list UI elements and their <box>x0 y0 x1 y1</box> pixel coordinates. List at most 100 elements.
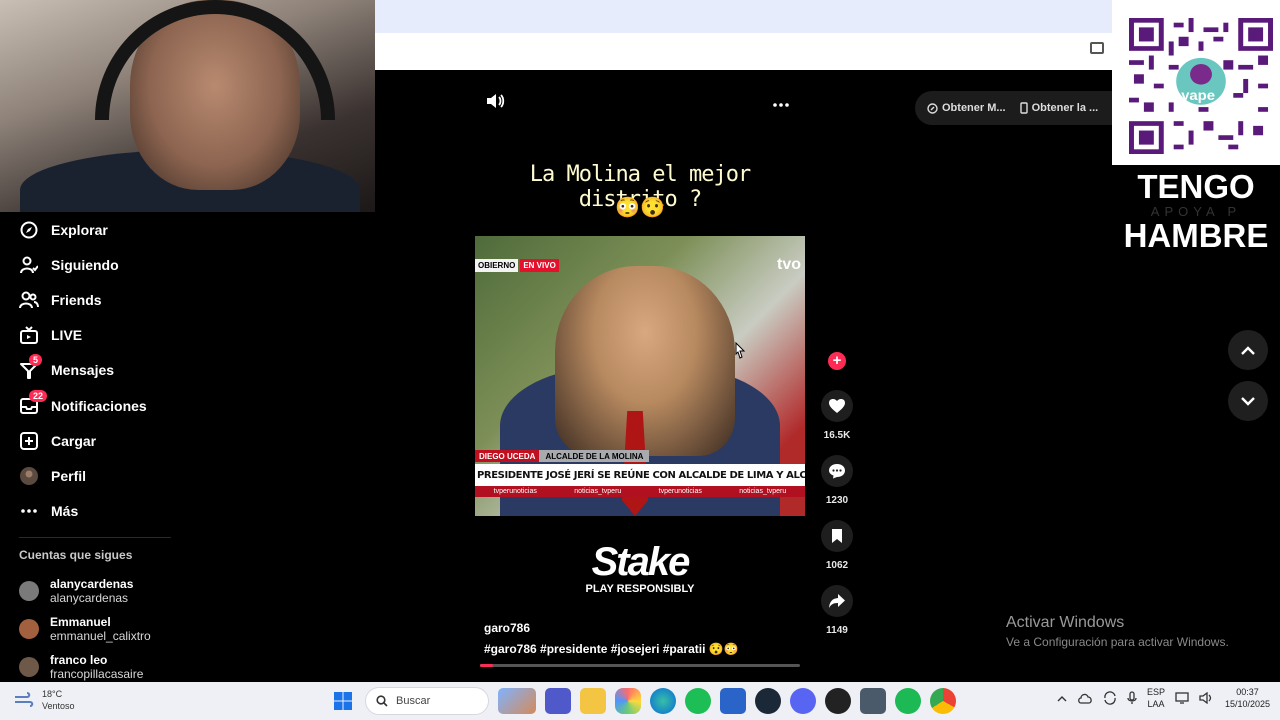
copilot-app[interactable] <box>615 688 641 714</box>
clock-date: 15/10/2025 <box>1224 699 1270 709</box>
chevron-down-icon <box>1241 396 1255 406</box>
phone-icon <box>1019 102 1028 114</box>
account-name: franco leo <box>50 653 108 667</box>
like-count: 16.5K <box>823 430 851 441</box>
start-button[interactable] <box>330 688 356 714</box>
notifications-badge: 22 <box>29 389 48 402</box>
obs-app[interactable] <box>825 688 851 714</box>
like-button[interactable] <box>821 390 853 422</box>
video-progress-bar[interactable] <box>480 664 800 667</box>
weather-widget[interactable]: 18°C Ventoso <box>14 688 75 712</box>
like-action[interactable]: 16.5K <box>817 390 857 441</box>
upload-plus-icon <box>19 431 39 451</box>
video-frame[interactable]: tvo OBIERNO EN VIVO DIEGO UCEDA ALCALDE D… <box>475 236 805 516</box>
chrome-app[interactable] <box>930 688 956 714</box>
display-icon[interactable] <box>1175 692 1189 704</box>
search-placeholder: Buscar <box>396 695 431 707</box>
sidebar-nav: Explorar Siguiendo Friends LIVE 5 Mensaj… <box>0 212 180 529</box>
activation-subtitle: Ve a Configuración para activar Windows. <box>1006 635 1229 649</box>
discord-app[interactable] <box>790 688 816 714</box>
account-handle: emmanuel_calixtro <box>50 629 151 643</box>
wind-icon <box>15 692 34 707</box>
sidebar-item-mas[interactable]: Más <box>0 494 180 529</box>
sidebar-item-cargar[interactable]: Cargar <box>0 423 180 458</box>
headline: PRESIDENTE JOSÉ JERÍ SE REÚNE CON ALCALD… <box>475 464 805 486</box>
windows-taskbar: 18°C Ventoso Buscar ESP LAA 00:37 15/10/… <box>0 682 1280 720</box>
calculator-app[interactable] <box>860 688 886 714</box>
get-more-label: Obtener M... <box>942 102 1006 114</box>
friends-icon <box>19 290 39 310</box>
bookmark-button[interactable] <box>821 520 853 552</box>
speaker-icon[interactable] <box>1199 692 1215 704</box>
sidebar-item-mensajes[interactable]: 5 Mensajes <box>0 353 180 388</box>
social-handle: tvperunoticias <box>493 488 537 495</box>
caption-emoji: 😳😯 <box>615 197 665 219</box>
teams-app[interactable] <box>545 688 571 714</box>
video-hashtags[interactable]: #garo786 #presidente #josejeri #paratii … <box>484 642 739 656</box>
sidebar-item-notificaciones[interactable]: 22 Notificaciones <box>0 388 180 423</box>
more-options-button[interactable] <box>772 92 790 113</box>
follow-plus-button[interactable]: + <box>828 352 846 370</box>
live-tag: OBIERNO EN VIVO <box>475 259 559 272</box>
sidebar-item-label: Más <box>51 503 79 520</box>
file-explorer-app[interactable] <box>580 688 606 714</box>
video-person <box>555 266 735 456</box>
previous-video-button[interactable] <box>1228 330 1268 370</box>
language-indicator[interactable]: ESP LAA <box>1147 686 1165 710</box>
comment-action[interactable]: 1230 <box>817 455 857 506</box>
list-item[interactable]: alanycardenas alanycardenas <box>19 572 189 610</box>
screen: Explorar Siguiendo Friends LIVE 5 Mensaj… <box>0 0 1280 720</box>
sidebar-item-perfil[interactable]: Perfil <box>0 458 180 493</box>
widgets-app[interactable] <box>498 688 536 714</box>
video-author[interactable]: garo786 <box>484 621 530 635</box>
share-action[interactable]: 1149 <box>817 585 857 636</box>
app-download-pills: Obtener M... Obtener la ... <box>915 91 1112 125</box>
cloud-icon[interactable] <box>1077 692 1093 704</box>
steam-app[interactable] <box>755 688 781 714</box>
windows-activation-watermark: Activar Windows Ve a Configuración para … <box>1006 614 1229 649</box>
save-count: 1062 <box>825 560 849 571</box>
lower-third-name: DIEGO UCEDA ALCALDE DE LA MOLINA <box>475 450 650 462</box>
sidebar-item-friends[interactable]: Friends <box>0 282 180 317</box>
edge-app[interactable] <box>650 688 676 714</box>
bookmark-icon <box>832 529 842 543</box>
spotify-app[interactable] <box>895 688 921 714</box>
microphone-icon[interactable] <box>1127 691 1137 705</box>
get-app-pill[interactable]: Obtener la ... <box>1019 102 1099 114</box>
donation-overlay: yape TENGO APOYA P HAMBRE <box>1112 0 1280 258</box>
list-item[interactable]: Emmanuel emmanuel_calixtro <box>19 610 189 648</box>
sidebar-item-label: Perfil <box>51 467 87 484</box>
sidebar-item-explorar[interactable]: Explorar <box>0 212 180 247</box>
headset <box>95 0 335 120</box>
avatar-icon <box>19 466 39 486</box>
save-action[interactable]: 1062 <box>817 520 857 571</box>
whatsapp-app[interactable] <box>685 688 711 714</box>
sidebar-item-label: Notificaciones <box>51 397 147 414</box>
clock[interactable]: 00:37 15/10/2025 <box>1225 686 1270 710</box>
sidebar-item-live[interactable]: LIVE <box>0 318 180 353</box>
next-video-button[interactable] <box>1228 381 1268 421</box>
taskbar-apps: Buscar <box>330 687 956 715</box>
lower-third-role: ALCALDE DE LA MOLINA <box>539 450 650 462</box>
store-app[interactable] <box>720 688 746 714</box>
share-button[interactable] <box>821 585 853 617</box>
taskbar-search[interactable]: Buscar <box>365 687 489 715</box>
overlay-text-block: TENGO APOYA P HAMBRE <box>1112 165 1280 258</box>
sidebar-item-label: Siguiendo <box>51 256 119 273</box>
browser-top-bar <box>375 0 1112 70</box>
get-more-pill[interactable]: Obtener M... <box>927 102 1006 114</box>
volume-button[interactable] <box>485 92 505 115</box>
chevron-up-icon[interactable] <box>1057 695 1067 702</box>
install-app-icon[interactable] <box>1090 42 1104 54</box>
layout-code: LAA <box>1147 699 1165 709</box>
social-handle: tvperunoticias <box>658 488 702 495</box>
share-icon <box>829 594 845 608</box>
list-item[interactable]: franco leo francopillacasaire <box>19 648 189 686</box>
overlay-tengo: TENGO <box>1137 168 1255 205</box>
clock-time: 00:37 <box>1236 687 1259 697</box>
sidebar-item-siguiendo[interactable]: Siguiendo <box>0 247 180 282</box>
comment-button[interactable] <box>821 455 853 487</box>
get-app-label: Obtener la ... <box>1031 102 1099 114</box>
sync-icon[interactable] <box>1103 691 1117 705</box>
account-name: Emmanuel <box>50 615 111 629</box>
